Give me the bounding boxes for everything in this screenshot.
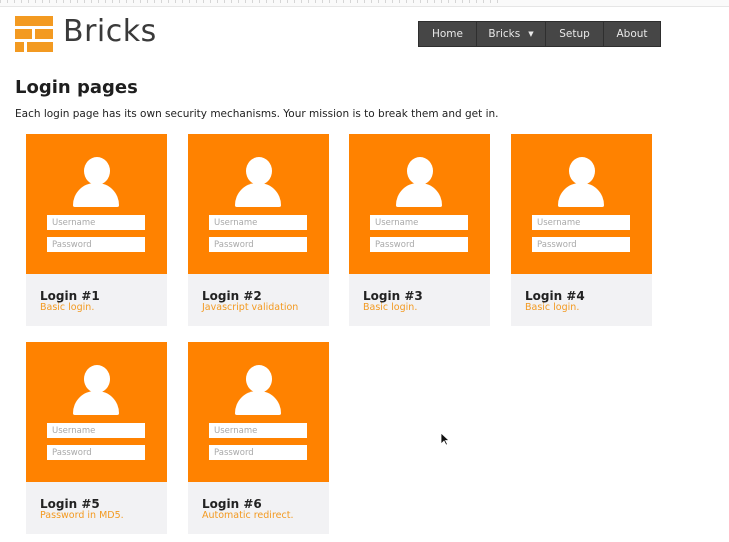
user-icon-body xyxy=(396,183,442,207)
card-description: Javascript validation xyxy=(202,302,299,313)
nav-setup-label: Setup xyxy=(559,28,590,40)
user-icon xyxy=(246,157,272,185)
caret-down-icon: ▼ xyxy=(528,30,534,38)
username-field[interactable] xyxy=(209,215,307,230)
user-icon-body xyxy=(73,183,119,207)
card-title[interactable]: Login #6 xyxy=(202,497,262,511)
top-strip-texture xyxy=(0,0,500,3)
card-description: Basic login. xyxy=(363,302,418,313)
user-icon xyxy=(246,365,272,393)
mouse-cursor-icon xyxy=(440,432,450,446)
login-panel xyxy=(349,134,490,274)
user-icon-body xyxy=(73,391,119,415)
logo-brick xyxy=(15,16,53,26)
login-card-3[interactable]: Login #3 Basic login. xyxy=(349,134,490,326)
username-field[interactable] xyxy=(47,215,145,230)
login-panel xyxy=(188,342,329,482)
card-title[interactable]: Login #2 xyxy=(202,289,262,303)
nav-bricks-dropdown[interactable]: Bricks ▼ xyxy=(477,22,546,46)
logo-brick xyxy=(27,42,53,52)
username-field[interactable] xyxy=(47,423,145,438)
password-field[interactable] xyxy=(532,237,630,252)
logo-brick xyxy=(15,29,32,39)
nav-home-label: Home xyxy=(431,28,463,40)
login-panel xyxy=(188,134,329,274)
user-icon xyxy=(84,365,110,393)
browser-top-strip xyxy=(0,0,729,7)
password-field[interactable] xyxy=(47,237,145,252)
card-title[interactable]: Login #4 xyxy=(525,289,585,303)
card-title[interactable]: Login #5 xyxy=(40,497,100,511)
card-description: Basic login. xyxy=(40,302,95,313)
login-panel xyxy=(26,134,167,274)
login-panel xyxy=(511,134,652,274)
password-field[interactable] xyxy=(47,445,145,460)
nav-setup[interactable]: Setup xyxy=(546,22,604,46)
username-field[interactable] xyxy=(370,215,468,230)
username-field[interactable] xyxy=(532,215,630,230)
password-field[interactable] xyxy=(209,237,307,252)
page-title: Login pages xyxy=(15,77,138,98)
login-card-1[interactable]: Login #1 Basic login. xyxy=(26,134,167,326)
login-panel xyxy=(26,342,167,482)
user-icon xyxy=(84,157,110,185)
user-icon xyxy=(569,157,595,185)
page-intro: Each login page has its own security mec… xyxy=(15,108,499,120)
user-icon-body xyxy=(558,183,604,207)
password-field[interactable] xyxy=(370,237,468,252)
card-title[interactable]: Login #1 xyxy=(40,289,100,303)
bricks-logo-icon[interactable] xyxy=(15,16,53,52)
card-description: Automatic redirect. xyxy=(202,510,294,521)
brand-name[interactable]: Bricks xyxy=(63,14,157,49)
nav-bricks-label: Bricks xyxy=(488,28,521,40)
user-icon-body xyxy=(235,183,281,207)
login-card-6[interactable]: Login #6 Automatic redirect. xyxy=(188,342,329,534)
main-navbar: Home Bricks ▼ Setup About xyxy=(418,21,661,47)
login-card-5[interactable]: Login #5 Password in MD5. xyxy=(26,342,167,534)
card-title[interactable]: Login #3 xyxy=(363,289,423,303)
logo-brick xyxy=(15,42,24,52)
nav-about[interactable]: About xyxy=(604,22,660,46)
login-card-2[interactable]: Login #2 Javascript validation xyxy=(188,134,329,326)
username-field[interactable] xyxy=(209,423,307,438)
card-description: Basic login. xyxy=(525,302,580,313)
password-field[interactable] xyxy=(209,445,307,460)
logo-brick xyxy=(35,29,53,39)
login-card-4[interactable]: Login #4 Basic login. xyxy=(511,134,652,326)
user-icon-body xyxy=(235,391,281,415)
nav-home[interactable]: Home xyxy=(419,22,477,46)
user-icon xyxy=(407,157,433,185)
card-description: Password in MD5. xyxy=(40,510,124,521)
nav-about-label: About xyxy=(616,28,648,40)
